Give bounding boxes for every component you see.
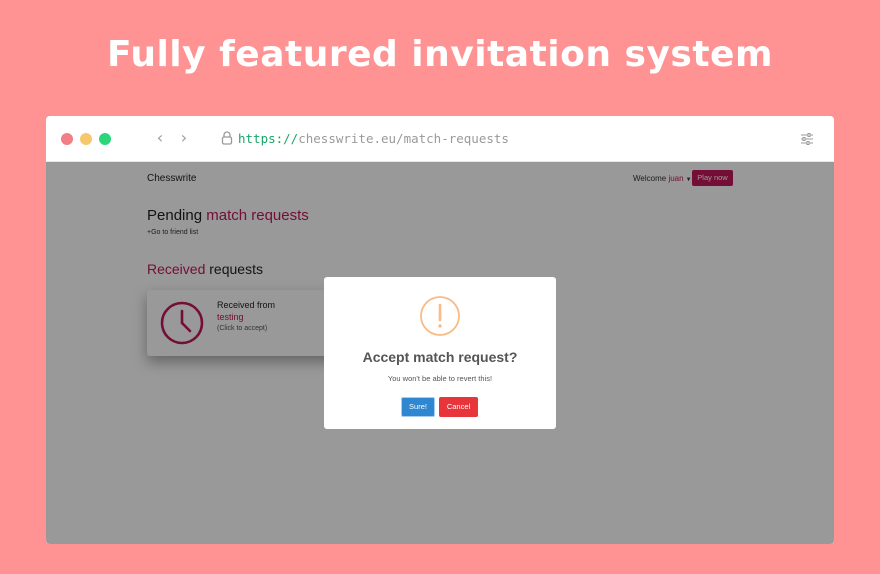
browser-window: ‹ › https://chesswrite.eu/match-requests… bbox=[46, 116, 834, 544]
maximize-window-dot[interactable] bbox=[99, 133, 111, 145]
url-path: chesswrite.eu/match-requests bbox=[298, 131, 509, 146]
minimize-window-dot[interactable] bbox=[80, 133, 92, 145]
forward-arrow-icon[interactable]: › bbox=[176, 128, 192, 148]
cancel-button[interactable]: Cancel bbox=[439, 397, 478, 417]
page-viewport: Chesswrite Welcome juan ▼ Play now Pendin… bbox=[46, 162, 834, 544]
back-arrow-icon[interactable]: ‹ bbox=[152, 128, 168, 148]
settings-sliders-icon[interactable] bbox=[800, 132, 814, 146]
lock-icon bbox=[221, 131, 233, 145]
close-window-dot[interactable] bbox=[61, 133, 73, 145]
confirm-button[interactable]: Sure! bbox=[401, 397, 435, 417]
browser-toolbar: ‹ › https://chesswrite.eu/match-requests bbox=[46, 116, 834, 162]
confirm-dialog: Accept match request? You won't be able … bbox=[324, 277, 556, 429]
url-scheme: https:// bbox=[238, 131, 299, 146]
address-bar[interactable]: https://chesswrite.eu/match-requests bbox=[238, 131, 509, 147]
dialog-title: Accept match request? bbox=[362, 349, 518, 365]
warning-icon bbox=[420, 296, 460, 336]
page-headline: Fully featured invitation system bbox=[107, 34, 773, 75]
dialog-text: You won't be able to revert this! bbox=[387, 374, 493, 383]
